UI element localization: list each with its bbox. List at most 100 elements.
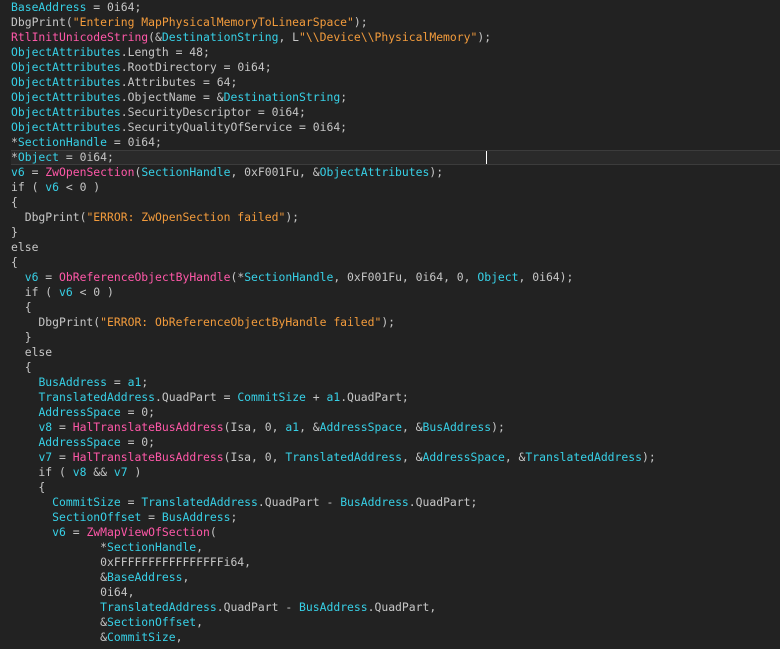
code-line[interactable]: AddressSpace = 0;	[11, 435, 780, 450]
code-token: SectionHandle	[244, 270, 334, 284]
code-line[interactable]: *SectionHandle = 0i64;	[11, 135, 780, 150]
code-token: v6	[24, 270, 39, 284]
code-token: DestinationString	[161, 30, 279, 44]
code-line[interactable]: CommitSize = TranslatedAddress.QuadPart …	[11, 495, 780, 510]
code-line[interactable]: v8 = HalTranslateBusAddress(Isa, 0, a1, …	[11, 420, 780, 435]
code-token: =	[24, 165, 46, 179]
code-token: &	[11, 570, 108, 584]
code-line[interactable]: *Object = 0i64;	[11, 150, 780, 165]
code-token: v6	[59, 285, 73, 299]
code-line[interactable]: SectionOffset = BusAddress;	[11, 510, 780, 525]
code-line[interactable]: AddressSpace = 0;	[11, 405, 780, 420]
code-line[interactable]: TranslatedAddress.QuadPart = CommitSize …	[11, 390, 780, 405]
code-token: CommitSize	[52, 495, 121, 509]
code-line[interactable]: if ( v6 < 0 )	[11, 180, 780, 195]
code-line[interactable]: RtlInitUnicodeString(&DestinationString,…	[11, 30, 780, 45]
code-line[interactable]: if ( v8 && v7 )	[11, 465, 780, 480]
code-token: DestinationString	[223, 90, 341, 104]
code-line[interactable]: ObjectAttributes.Length = 48;	[11, 45, 780, 60]
code-line[interactable]: DbgPrint("ERROR: ObReferenceObjectByHand…	[11, 315, 780, 330]
code-line[interactable]: {	[11, 255, 780, 270]
code-token: else	[11, 240, 39, 254]
code-token: +	[305, 390, 327, 404]
code-token: , 0xF001Fu, 0i64, 0,	[333, 270, 478, 284]
code-token: CommitSize	[107, 630, 176, 644]
code-line[interactable]: }	[11, 225, 780, 240]
code-lines[interactable]: BaseAddress = 0i64; DbgPrint("Entering Ma…	[11, 0, 780, 645]
code-token: ,	[175, 630, 183, 644]
code-token: );	[477, 30, 492, 44]
code-token: RtlInitUnicodeString	[11, 30, 149, 44]
code-line[interactable]: &SectionOffset,	[11, 615, 780, 630]
code-token: TranslatedAddress	[38, 390, 156, 404]
code-token: BusAddress	[161, 510, 231, 524]
code-token: ;	[141, 375, 149, 389]
code-token: SectionHandle	[17, 135, 108, 149]
code-token: .QuadPart =	[155, 390, 238, 404]
code-token: {	[11, 480, 46, 494]
code-token: ObjectAttributes	[11, 105, 121, 119]
code-line[interactable]: v6 = ZwMapViewOfSection(	[11, 525, 780, 540]
code-line[interactable]: {	[11, 300, 780, 315]
code-token: = 0i64;	[86, 0, 142, 14]
code-token: AddressSpace	[38, 435, 121, 449]
code-token: ObReferenceObjectByHandle	[59, 270, 231, 284]
code-token: {	[11, 300, 32, 314]
code-line[interactable]: v6 = ObReferenceObjectByHandle(*SectionH…	[11, 270, 780, 285]
code-line[interactable]: {	[11, 360, 780, 375]
code-line[interactable]: ObjectAttributes.SecurityDescriptor = 0i…	[11, 105, 780, 120]
code-line[interactable]: else	[11, 345, 780, 360]
code-line[interactable]: ObjectAttributes.Attributes = 64;	[11, 75, 780, 90]
code-token: = 0;	[120, 435, 156, 449]
code-token: TranslatedAddress	[141, 495, 258, 509]
code-line[interactable]: v7 = HalTranslateBusAddress(Isa, 0, Tran…	[11, 450, 780, 465]
code-token: {	[11, 255, 18, 269]
code-line[interactable]: v6 = ZwOpenSection(SectionHandle, 0xF001…	[11, 165, 780, 180]
code-line[interactable]: if ( v6 < 0 )	[11, 285, 780, 300]
code-token: ObjectAttributes	[11, 60, 121, 74]
code-line[interactable]: &BaseAddress,	[11, 570, 780, 585]
code-token: .QuadPart -	[257, 495, 341, 509]
code-token: "Entering MapPhysicalMemoryToLinearSpace…	[72, 15, 354, 29]
code-line[interactable]: ObjectAttributes.RootDirectory = 0i64;	[11, 60, 780, 75]
code-line[interactable]: &CommitSize,	[11, 630, 780, 645]
code-token: *	[11, 540, 108, 554]
code-token: , &	[401, 450, 423, 464]
code-line[interactable]: DbgPrint("ERROR: ZwOpenSection failed");	[11, 210, 780, 225]
code-line[interactable]: 0i64,	[11, 585, 780, 600]
code-token: Object	[17, 150, 60, 164]
code-token: 0xFFFFFFFFFFFFFFFFi64,	[11, 555, 252, 569]
code-line[interactable]: }	[11, 330, 780, 345]
code-token: =	[38, 270, 60, 284]
code-token: .SecurityDescriptor = 0i64;	[120, 105, 306, 119]
code-token: {	[11, 195, 18, 209]
code-line[interactable]: ObjectAttributes.ObjectName = &Destinati…	[11, 90, 780, 105]
code-token: BaseAddress	[11, 0, 87, 14]
code-line[interactable]: ObjectAttributes.SecurityQualityOfServic…	[11, 120, 780, 135]
code-line[interactable]: BaseAddress = 0i64;	[11, 0, 780, 15]
code-line[interactable]: TranslatedAddress.QuadPart - BusAddress.…	[11, 600, 780, 615]
code-token: );	[285, 210, 300, 224]
code-line[interactable]: {	[11, 195, 780, 210]
code-token: a1	[326, 390, 341, 404]
code-line[interactable]: 0xFFFFFFFFFFFFFFFFi64,	[11, 555, 780, 570]
code-token: *	[11, 150, 18, 164]
code-token: else	[11, 345, 53, 359]
code-line[interactable]: DbgPrint("Entering MapPhysicalMemoryToLi…	[11, 15, 780, 30]
code-token: .QuadPart,	[367, 600, 437, 614]
code-line[interactable]: else	[11, 240, 780, 255]
code-token: ;	[230, 510, 238, 524]
code-token: v8	[72, 465, 87, 479]
code-line[interactable]: {	[11, 480, 780, 495]
code-line[interactable]: *SectionHandle,	[11, 540, 780, 555]
code-token: v6	[52, 525, 66, 539]
code-token: &	[11, 615, 108, 629]
code-line[interactable]: BusAddress = a1;	[11, 375, 780, 390]
code-token: );	[641, 450, 656, 464]
pseudocode-view[interactable]: BaseAddress = 0i64; DbgPrint("Entering Ma…	[0, 0, 780, 649]
